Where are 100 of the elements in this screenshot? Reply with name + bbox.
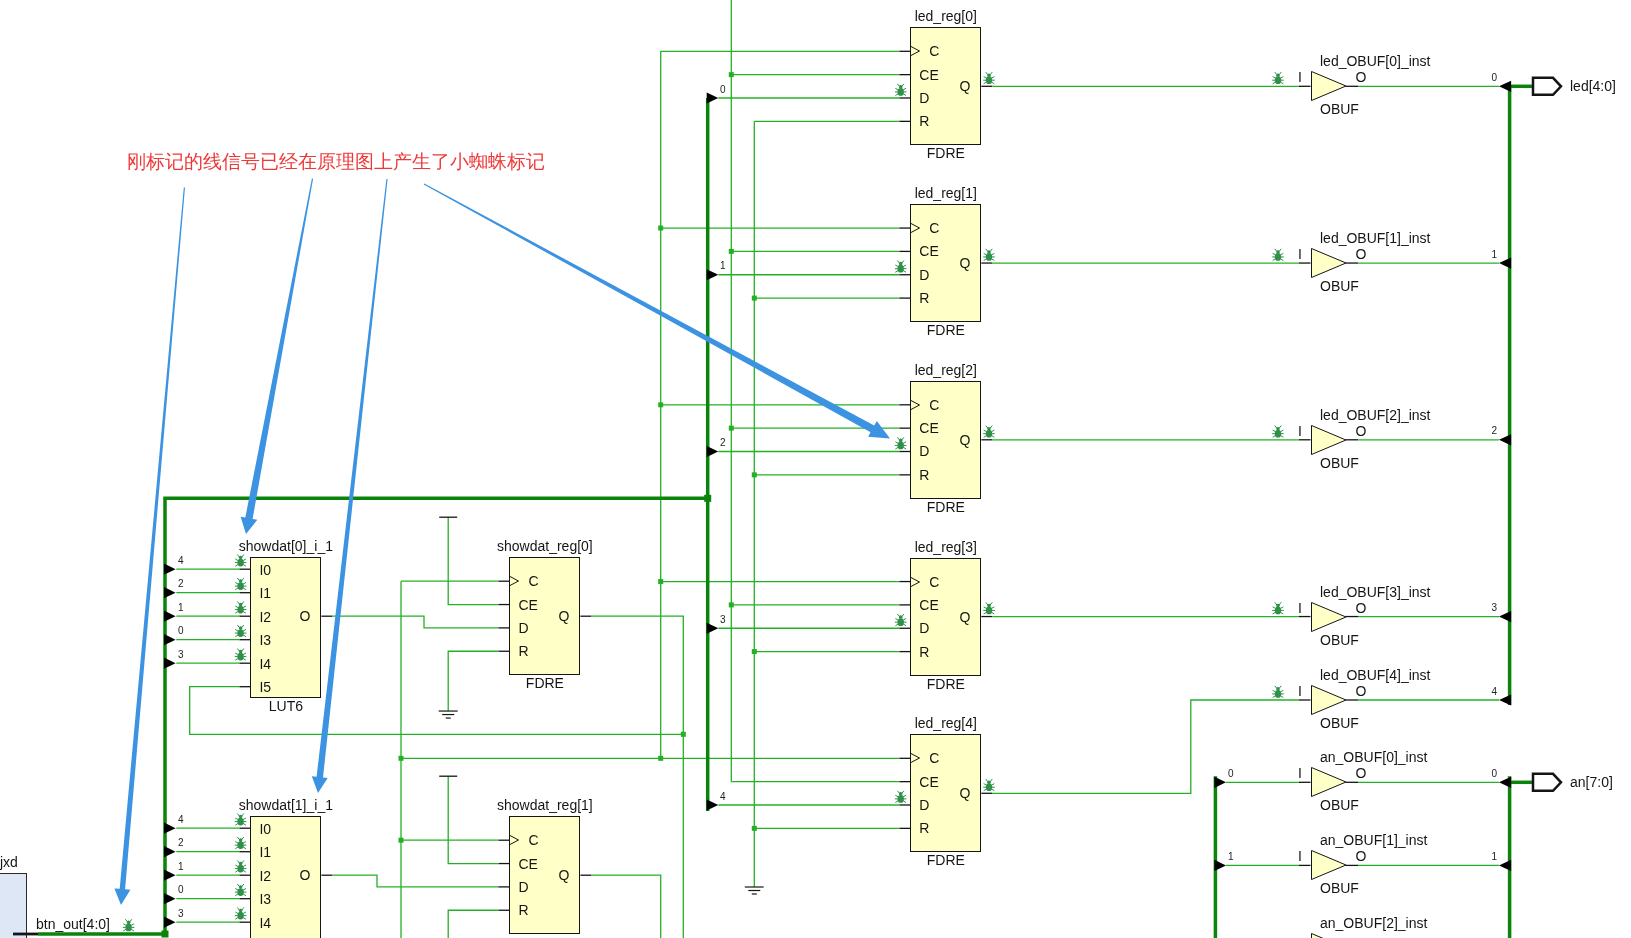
pin-label: CE xyxy=(919,243,939,260)
bit-label: 1 xyxy=(178,860,184,873)
pin-label: C xyxy=(929,220,940,237)
buffer-symbol xyxy=(1310,932,1325,938)
bit-label: 4 xyxy=(178,554,184,567)
primitive-type: OBUF xyxy=(1320,278,1359,296)
output-port-icon xyxy=(1531,772,1563,793)
pin-label: I2 xyxy=(259,867,272,884)
instance-name: led_reg[2] xyxy=(914,361,977,379)
wire xyxy=(447,909,500,938)
buffer-symbol xyxy=(1310,850,1347,881)
pin-label: C xyxy=(929,396,940,413)
bit-label: 0 xyxy=(1228,767,1234,780)
bus-tap-icon xyxy=(1499,257,1512,269)
pin-label: I xyxy=(1298,69,1302,86)
ground-icon xyxy=(438,710,459,719)
pin-label: I1 xyxy=(259,585,272,602)
buffer-symbol xyxy=(1310,685,1347,715)
pin-label: CE xyxy=(919,773,939,790)
instance-name: led_OBUF[2]_inst xyxy=(1320,406,1431,423)
junction-icon xyxy=(728,248,734,254)
pin-label: O xyxy=(1355,683,1367,699)
primitive-type: OBUF xyxy=(1320,454,1359,472)
bit-label: 1 xyxy=(1491,248,1498,261)
bus-tap-icon xyxy=(164,846,176,858)
pin-label: C xyxy=(929,43,940,60)
pin-label: CE xyxy=(919,420,939,437)
primitive-type: OBUF xyxy=(1320,101,1359,119)
bit-label: 1 xyxy=(1491,850,1498,863)
pin-label: O xyxy=(1355,246,1367,263)
buffer-symbol xyxy=(1310,601,1347,632)
pin-label: D xyxy=(919,266,930,283)
wire xyxy=(175,662,241,664)
pin-stub xyxy=(1298,615,1312,618)
pin-label: C xyxy=(528,832,539,849)
bit-label: 3 xyxy=(178,648,184,661)
pin-label: I xyxy=(1298,422,1302,439)
instance-name: showdat_reg[0] xyxy=(497,538,593,556)
instance-name: led_reg[0] xyxy=(914,8,977,26)
junction-icon xyxy=(658,225,664,231)
pin-label: D xyxy=(919,89,930,106)
pin-label: R xyxy=(919,643,930,660)
bit-label: 3 xyxy=(1491,602,1498,615)
bus-tap-icon xyxy=(706,799,719,811)
primitive-type: FDRE xyxy=(926,675,965,693)
pin-label: I0 xyxy=(259,561,272,578)
pin-label: D xyxy=(919,443,930,460)
pin-label: I xyxy=(1298,765,1302,782)
bit-label: 2 xyxy=(178,837,184,850)
bus-tap-icon xyxy=(164,587,176,599)
instance-name: showdat[0]_i_1 xyxy=(238,538,333,556)
bus-tap-icon xyxy=(1499,80,1512,92)
primitive-type: OBUF xyxy=(1320,631,1359,649)
bus-tap-icon xyxy=(1214,859,1226,871)
junction-icon xyxy=(704,494,712,502)
junction-icon xyxy=(751,825,757,831)
output-port-icon xyxy=(1531,76,1563,97)
wire xyxy=(175,898,241,900)
pin-label: I4 xyxy=(259,655,272,672)
pin-label: O xyxy=(1355,765,1367,782)
primitive-type: FDRE xyxy=(926,852,965,870)
primitive-type: FDRE xyxy=(926,145,965,163)
buffer-symbol xyxy=(1310,424,1347,455)
pin-label: O xyxy=(299,608,311,625)
buffer-symbol xyxy=(1310,71,1347,102)
bus-tap-icon xyxy=(706,92,719,104)
pin-label: O xyxy=(1355,848,1367,865)
bit-label: 0 xyxy=(1491,767,1498,780)
bus-tap-icon xyxy=(164,657,176,669)
bus-tap-icon xyxy=(164,916,176,928)
instance-name: led_reg[3] xyxy=(914,538,977,556)
bus-tap-icon xyxy=(1499,434,1512,446)
pin-label: R xyxy=(919,113,930,130)
pin-label: CE xyxy=(518,855,538,872)
pin-label: O xyxy=(1355,69,1367,86)
annotation-text: 刚标记的线信号已经在原理图上产生了小蜘蛛标记 xyxy=(127,150,545,172)
bus-tap-icon xyxy=(164,869,176,881)
port-label: btn_out[4:0] xyxy=(36,915,110,933)
wire xyxy=(175,827,241,829)
pin-stub xyxy=(1298,864,1312,867)
pin-label: I5 xyxy=(259,679,272,696)
pin-label: C xyxy=(528,573,539,590)
pin-label: I1 xyxy=(259,844,272,861)
bit-label: 0 xyxy=(720,83,726,96)
bus-tap-icon xyxy=(1214,776,1226,788)
instance-name: an_OBUF[2]_inst xyxy=(1320,914,1428,931)
bit-label: 4 xyxy=(1491,685,1498,698)
instance-name: led_reg[1] xyxy=(914,185,977,203)
junction-icon xyxy=(728,72,734,78)
bit-label: 1 xyxy=(1228,850,1234,863)
buffer-symbol xyxy=(1310,767,1347,798)
pin-label: I xyxy=(1298,246,1302,263)
bus-tap-icon xyxy=(164,893,176,905)
wire xyxy=(175,874,241,876)
pin-label: Q xyxy=(959,785,971,802)
junction-icon xyxy=(751,649,757,655)
junction-icon xyxy=(658,402,664,408)
pin-label: I xyxy=(1298,599,1302,616)
bit-label: 2 xyxy=(720,437,726,449)
pin-label: D xyxy=(518,878,529,895)
